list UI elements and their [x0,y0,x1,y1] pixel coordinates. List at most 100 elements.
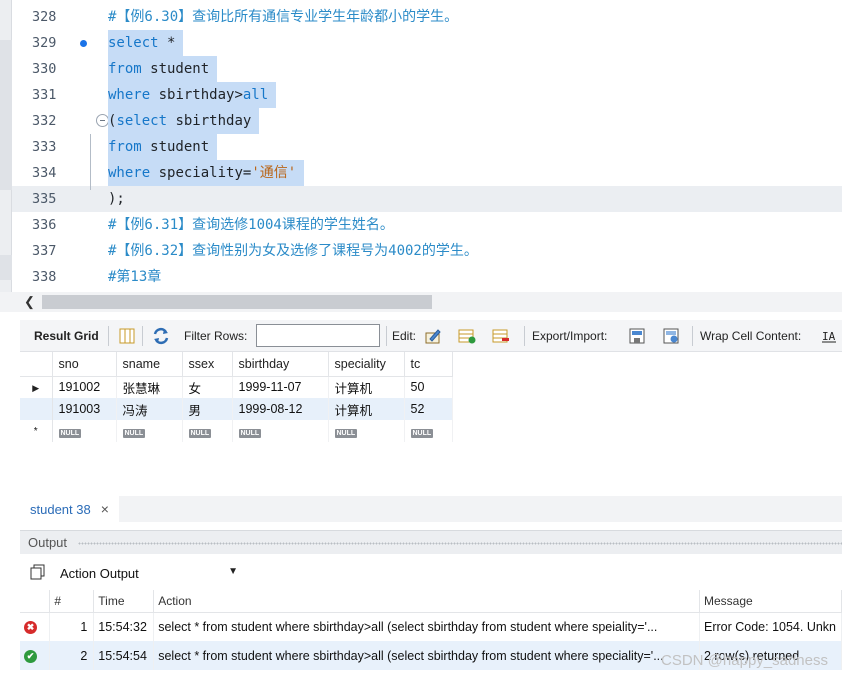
table-cell[interactable]: 1999-08-12 [232,398,329,420]
code-line[interactable]: 329 select * [12,30,842,56]
output-column-header[interactable]: Message [699,590,842,613]
tab-student-result[interactable]: student 38 × [20,496,119,522]
table-cell[interactable]: 1999-11-07 [232,376,329,398]
sql-editor[interactable]: 328 #【例6.30】查询比所有通信专业学生年龄都小的学生。 329 select … [0,0,842,292]
wrap-cell-content-label: Wrap Cell Content: [700,329,802,343]
code-line[interactable]: 330 from student [12,56,842,82]
output-num-cell: 1 [49,612,95,641]
code-line[interactable]: 331 where sbirthday>all [12,82,842,108]
table-cell[interactable]: 冯涛 [116,398,183,420]
editor-horizontal-scrollbar[interactable]: ❮ [0,292,842,312]
column-header-ssex[interactable]: ssex [182,352,233,377]
table-row[interactable]: ▶ 191002 张慧琳女 1999-11-07 计算机 50 [20,376,453,398]
export-icon[interactable] [628,327,646,345]
scroll-left-arrow-icon[interactable]: ❮ [24,294,35,310]
row-header[interactable] [20,398,53,420]
copy-output-icon[interactable] [30,564,46,580]
code-text: #【例6.31】查询选修1004课程的学生姓名。 [108,212,402,238]
null-cell[interactable]: NULL [182,420,233,442]
code-token: * [158,35,176,51]
table-cell[interactable]: 女 [182,376,233,398]
code-token: from [108,61,142,77]
output-column-header[interactable]: Time [93,590,155,613]
result-tabs-bar: student 38 × [20,496,842,522]
edit-label: Edit: [392,329,417,343]
drag-handle-dots[interactable] [78,542,842,545]
table-cell[interactable]: 计算机 [328,398,405,420]
table-cell[interactable]: 191002 [52,376,117,398]
output-type-select[interactable]: Action Output ▼ [56,562,242,584]
output-message-cell: Error Code: 1054. Unkn [699,612,842,641]
column-header-sbirthday[interactable]: sbirthday [232,352,329,377]
watermark: CSDN @happy_sadness [661,652,828,669]
null-cell[interactable]: NULL [232,420,329,442]
code-line[interactable]: 328 #【例6.30】查询比所有通信专业学生年龄都小的学生。 [12,4,842,30]
line-number: 332 [32,113,57,129]
tab-label: student 38 [30,501,91,517]
null-cell[interactable]: NULL [52,420,117,442]
code-token: #第13章 [108,269,162,285]
result-grid-label: Result Grid [34,329,99,343]
close-icon[interactable]: × [101,501,109,517]
statement-marker-icon [80,40,87,47]
line-number: 329 [32,35,57,51]
code-token: from [108,139,142,155]
code-line[interactable]: 334 where speciality='通信' [12,160,842,186]
svg-text:IA: IA [822,330,836,343]
edit-cell-icon[interactable] [424,327,442,345]
column-header-speciality[interactable]: speciality [328,352,405,377]
output-row[interactable]: ✖ 1 15:54:32 select * from student where sb… [20,612,842,641]
row-header[interactable]: ▶ [20,376,53,398]
code-text: from student [108,56,218,82]
column-header-sname[interactable]: sname [116,352,183,377]
import-icon[interactable] [662,327,680,345]
code-token: where [108,87,151,103]
table-cell[interactable]: 52 [404,398,453,420]
line-number: 330 [32,61,57,77]
code-line[interactable]: 338 #第13章 [12,264,842,290]
code-token: ); [108,191,125,207]
code-token: #【例6.31】查询选修1004课程的学生姓名。 [108,217,394,233]
code-text: #【例6.30】查询比所有通信专业学生年龄都小的学生。 [108,4,466,30]
table-cell[interactable]: 191003 [52,398,117,420]
output-column-header[interactable] [20,590,51,613]
null-cell[interactable]: NULL [116,420,183,442]
line-number: 337 [32,243,57,259]
success-check-icon: ✔ [24,650,37,663]
column-header-tc[interactable]: tc [404,352,453,377]
grid-layout-icon[interactable] [118,327,136,345]
output-title: Output [28,535,68,550]
result-grid[interactable]: sno sname ssex sbirthday speciality tc ▶ 19100… [20,352,842,494]
new-row[interactable]: * NULL NULL NULL NULL NULL NULL [20,420,453,442]
code-line[interactable]: 337 #【例6.32】查询性别为女及选修了课程号为4002的学生。 [12,238,842,264]
refresh-rows-icon[interactable] [152,327,170,345]
output-action-cell: select * from student where sbirthday>al… [153,612,700,641]
filter-rows-label: Filter Rows: [184,329,248,343]
scrollbar-thumb[interactable] [42,295,432,309]
code-line[interactable]: 336 #【例6.31】查询选修1004课程的学生姓名。 [12,212,842,238]
add-row-icon[interactable] [458,327,476,345]
code-token: speciality= [150,165,252,181]
code-text: ); [108,186,133,212]
null-cell[interactable]: NULL [328,420,405,442]
code-line[interactable]: 335); [12,186,842,212]
line-number: 328 [32,9,57,25]
column-header-sno[interactable]: sno [52,352,117,377]
table-cell[interactable]: 男 [182,398,233,420]
code-line[interactable]: 332 (select sbirthday [12,108,842,134]
table-row[interactable]: 191003 冯涛男 1999-08-12 计算机 52 [20,398,453,420]
table-cell[interactable]: 张慧琳 [116,376,183,398]
null-cell[interactable]: NULL [404,420,453,442]
code-text: where sbirthday>all [108,82,277,108]
code-line[interactable]: 333 from student [12,134,842,160]
table-cell[interactable]: 50 [404,376,453,398]
filter-rows-input[interactable] [256,324,380,347]
table-cell[interactable]: 计算机 [328,376,405,398]
output-column-header[interactable]: # [49,590,95,613]
wrap-text-icon[interactable]: IA [820,327,838,345]
delete-row-icon[interactable] [492,327,510,345]
chevron-down-icon: ▼ [228,566,238,577]
null-badge: NULL [334,429,358,438]
export-import-label: Export/Import: [532,329,608,343]
output-column-header[interactable]: Action [153,590,700,613]
